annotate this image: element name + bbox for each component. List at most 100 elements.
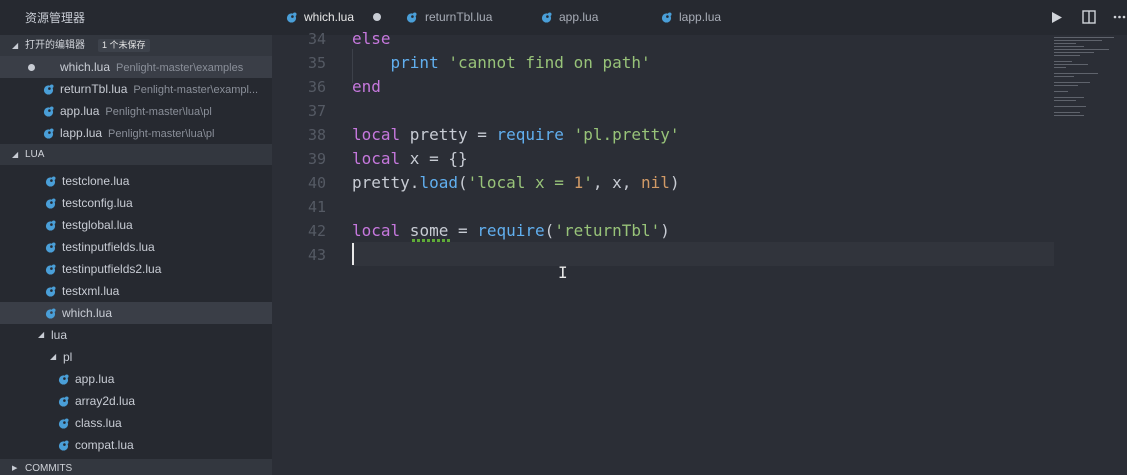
- folder-name: lua: [51, 328, 68, 342]
- commits-header[interactable]: ▶ COMMITS: [0, 459, 272, 475]
- line-number: 42: [307, 222, 326, 240]
- file-item[interactable]: array2d.lua: [0, 390, 272, 412]
- file-item[interactable]: class.lua: [0, 412, 272, 434]
- lua-file-icon: [286, 12, 297, 23]
- explorer-sidebar: 资源管理器 ◢ 打开的编辑器 1 个未保存 which.lua Penlight-…: [0, 0, 272, 475]
- file-name: testclone.lua: [62, 174, 130, 188]
- file-item[interactable]: testglobal.lua: [0, 214, 272, 236]
- unsaved-badge: 1 个未保存: [98, 39, 150, 52]
- open-editor-name: app.lua: [60, 104, 100, 118]
- chevron-right-icon: ▶: [12, 465, 18, 472]
- lua-file-icon: [58, 374, 69, 385]
- tab-returntbl-lua[interactable]: returnTbl.lua: [390, 0, 522, 35]
- project-label: LUA: [25, 149, 45, 160]
- lua-file-icon: [58, 418, 69, 429]
- lua-file-icon: [58, 396, 69, 407]
- tab-label: returnTbl.lua: [425, 10, 493, 24]
- lua-file-icon: [58, 440, 69, 451]
- lua-file-icon: [45, 264, 56, 275]
- file-name: testconfig.lua: [62, 196, 133, 210]
- file-name: which.lua: [62, 306, 113, 320]
- lua-file-icon: [661, 12, 672, 23]
- code-line: end: [352, 77, 381, 96]
- collapse-icon: ◢: [12, 41, 19, 50]
- file-name: testinputfields2.lua: [62, 262, 162, 276]
- line-number: 43: [307, 246, 326, 264]
- minimap[interactable]: [1052, 35, 1127, 125]
- unsaved-dot-icon: [28, 64, 35, 71]
- line-number: 39: [307, 150, 326, 168]
- open-editor-path: Penlight-master\lua\pl: [108, 128, 215, 140]
- collapse-icon: ◢: [12, 150, 19, 159]
- open-editor-name: lapp.lua: [60, 126, 103, 140]
- project-header[interactable]: ◢ LUA: [0, 144, 272, 165]
- code-line: pretty.load('local x = 1', x, nil): [352, 173, 680, 192]
- file-item[interactable]: compat.lua: [0, 434, 272, 456]
- file-item[interactable]: testconfig.lua: [0, 192, 272, 214]
- open-editor-path: Penlight-master\examples: [116, 62, 244, 74]
- file-item[interactable]: testinputfields2.lua: [0, 258, 272, 280]
- file-name: app.lua: [75, 372, 115, 386]
- editor-tab-bar: which.lua returnTbl.lua app.lua lapp.lua: [272, 0, 1127, 35]
- file-name: testxml.lua: [62, 284, 120, 298]
- lua-file-icon: [541, 12, 552, 23]
- line-number: 35: [307, 54, 326, 72]
- open-editor-item-lapp[interactable]: lapp.lua Penlight-master\lua\pl: [0, 122, 272, 144]
- code-line: print 'cannot find on path': [390, 53, 651, 72]
- text-cursor: [352, 243, 354, 265]
- code-line: local pretty = require 'pl.pretty': [352, 125, 680, 144]
- warning-squiggle: [412, 239, 450, 242]
- tab-lapp-lua[interactable]: lapp.lua: [642, 0, 762, 35]
- lua-file-icon: [43, 84, 54, 95]
- unsaved-dot-icon[interactable]: [373, 13, 381, 21]
- file-item[interactable]: app.lua: [0, 368, 272, 390]
- open-editors-header[interactable]: ◢ 打开的编辑器 1 个未保存: [0, 35, 272, 56]
- file-item[interactable]: testinputfields.lua: [0, 236, 272, 258]
- open-editor-path: Penlight-master\exampl...: [133, 84, 259, 96]
- lua-file-icon: [45, 176, 56, 187]
- lua-file-icon: [45, 286, 56, 297]
- commits-label: COMMITS: [25, 463, 73, 474]
- lua-file-icon: [43, 128, 54, 139]
- file-item-selected[interactable]: which.lua: [0, 302, 272, 324]
- lua-file-icon: [43, 106, 54, 117]
- code-line: local some = require('returnTbl'): [352, 221, 670, 240]
- split-editor-icon[interactable]: [1082, 10, 1096, 24]
- line-number: 41: [307, 198, 326, 216]
- code-line: local x = {}: [352, 149, 468, 168]
- folder-name: pl: [63, 350, 73, 364]
- line-number: 36: [307, 78, 326, 96]
- open-editor-path: Penlight-master\lua\pl: [105, 106, 212, 118]
- line-number: 34: [307, 30, 326, 48]
- lua-file-icon: [45, 308, 56, 319]
- chevron-down-icon: ◢: [38, 330, 45, 339]
- file-item[interactable]: testclone.lua: [0, 170, 272, 192]
- line-number: 37: [307, 102, 326, 120]
- folder-pl[interactable]: ◢ pl: [0, 346, 272, 368]
- file-name: array2d.lua: [75, 394, 136, 408]
- line-number: 40: [307, 174, 326, 192]
- tab-label: lapp.lua: [679, 10, 722, 24]
- more-icon[interactable]: [1113, 15, 1126, 19]
- open-editor-item-app[interactable]: app.lua Penlight-master\lua\pl: [0, 100, 272, 122]
- file-name: class.lua: [75, 416, 122, 430]
- open-editors-label: 打开的编辑器: [25, 40, 85, 51]
- mouse-ibeam-icon: I: [558, 263, 568, 282]
- play-icon[interactable]: [1051, 11, 1063, 24]
- lua-file-icon: [45, 198, 56, 209]
- tab-label: app.lua: [559, 10, 599, 24]
- file-item[interactable]: testxml.lua: [0, 280, 272, 302]
- open-editor-item-which[interactable]: which.lua Penlight-master\examples: [0, 56, 272, 78]
- tab-app-lua[interactable]: app.lua: [522, 0, 642, 35]
- lua-file-icon: [45, 242, 56, 253]
- file-name: compat.lua: [75, 438, 134, 452]
- open-editor-item-returntbl[interactable]: returnTbl.lua Penlight-master\exampl...: [0, 78, 272, 100]
- line-number: 38: [307, 126, 326, 144]
- explorer-title: 资源管理器: [25, 11, 86, 25]
- code-editor[interactable]: 34 35 36 37 38 39 40 41 42 43 else print…: [272, 29, 1127, 475]
- open-editor-name: which.lua: [60, 60, 111, 74]
- folder-lua[interactable]: ◢ lua: [0, 324, 272, 346]
- open-editor-name: returnTbl.lua: [60, 82, 128, 96]
- code-line: else: [352, 29, 391, 48]
- file-name: testglobal.lua: [62, 218, 133, 232]
